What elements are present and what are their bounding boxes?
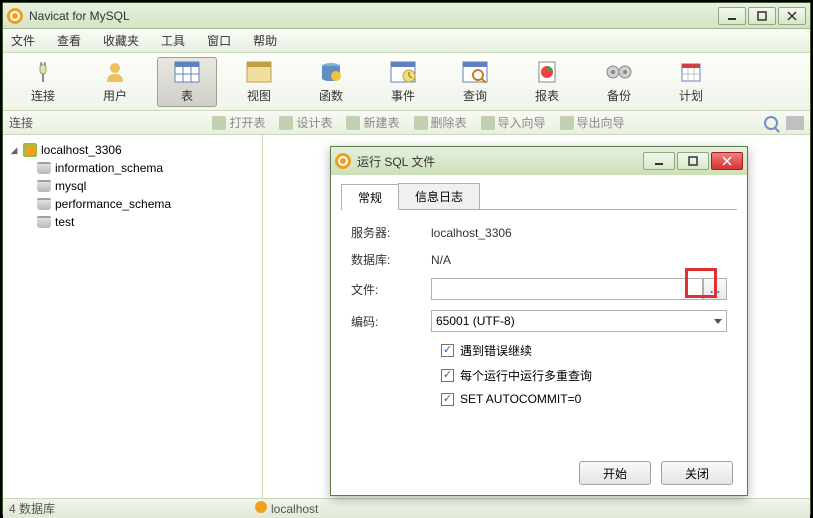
grid-view-icon[interactable] xyxy=(786,116,804,130)
tool-view[interactable]: 视图 xyxy=(229,57,289,107)
subtool-export[interactable]: 导出向导 xyxy=(560,114,625,131)
report-icon xyxy=(533,59,561,85)
subtool-import[interactable]: 导入向导 xyxy=(481,114,546,131)
menubar: 文件 查看 收藏夹 工具 窗口 帮助 xyxy=(3,29,810,53)
database-value: N/A xyxy=(431,253,727,267)
menu-help[interactable]: 帮助 xyxy=(253,32,277,49)
file-input[interactable] xyxy=(431,278,703,300)
encoding-label: 编码: xyxy=(351,313,431,330)
subtool-open-table[interactable]: 打开表 xyxy=(212,114,265,131)
database-icon xyxy=(37,198,51,210)
subtoolbar-label: 连接 xyxy=(9,114,33,131)
tool-report[interactable]: 报表 xyxy=(517,57,577,107)
dialog-titlebar: 运行 SQL 文件 xyxy=(331,147,747,175)
chevron-down-icon xyxy=(714,319,722,324)
tree-db[interactable]: mysql xyxy=(7,177,258,195)
start-button[interactable]: 开始 xyxy=(579,461,651,485)
close-button[interactable] xyxy=(778,7,806,25)
server-value: localhost_3306 xyxy=(431,226,727,240)
database-label: 数据库: xyxy=(351,251,431,268)
status-icon xyxy=(255,501,267,513)
menu-favorites[interactable]: 收藏夹 xyxy=(103,32,139,49)
function-icon xyxy=(317,59,345,85)
event-icon xyxy=(389,59,417,85)
dialog-minimize-button[interactable] xyxy=(643,152,675,170)
tree-connection[interactable]: ◢ localhost_3306 xyxy=(7,141,258,159)
tool-user[interactable]: 用户 xyxy=(85,57,145,107)
menu-tools[interactable]: 工具 xyxy=(161,32,185,49)
export-icon xyxy=(560,116,574,130)
run-sql-file-dialog: 运行 SQL 文件 常规 信息日志 服务器:localhost_3306 数据库… xyxy=(330,146,748,496)
checkbox-multi-query[interactable] xyxy=(441,369,454,382)
checkbox-continue-on-error[interactable] xyxy=(441,344,454,357)
open-table-icon xyxy=(212,116,226,130)
encoding-select[interactable]: 65001 (UTF-8) xyxy=(431,310,727,332)
menu-file[interactable]: 文件 xyxy=(11,32,35,49)
database-icon xyxy=(37,180,51,192)
status-host: localhost xyxy=(255,501,318,516)
backup-icon xyxy=(605,59,633,85)
dialog-tabs: 常规 信息日志 xyxy=(341,183,737,210)
browse-button[interactable]: ... xyxy=(703,278,727,300)
tool-backup[interactable]: 备份 xyxy=(589,57,649,107)
dialog-title: 运行 SQL 文件 xyxy=(357,153,641,170)
menu-view[interactable]: 查看 xyxy=(57,32,81,49)
tool-query[interactable]: 查询 xyxy=(445,57,505,107)
file-label: 文件: xyxy=(351,281,431,298)
user-icon xyxy=(101,59,129,85)
subtool-delete-table[interactable]: 删除表 xyxy=(414,114,467,131)
tab-log[interactable]: 信息日志 xyxy=(398,183,480,209)
connection-icon xyxy=(23,143,37,157)
maximize-button[interactable] xyxy=(748,7,776,25)
menu-window[interactable]: 窗口 xyxy=(207,32,231,49)
close-button[interactable]: 关闭 xyxy=(661,461,733,485)
titlebar: Navicat for MySQL xyxy=(3,3,810,29)
query-icon xyxy=(461,59,489,85)
app-title: Navicat for MySQL xyxy=(29,9,718,23)
new-table-icon xyxy=(346,116,360,130)
tree-db[interactable]: test xyxy=(7,213,258,231)
minimize-button[interactable] xyxy=(718,7,746,25)
server-label: 服务器: xyxy=(351,224,431,241)
dialog-maximize-button[interactable] xyxy=(677,152,709,170)
view-icon xyxy=(245,59,273,85)
design-table-icon xyxy=(279,116,293,130)
plug-icon xyxy=(29,59,57,85)
tool-schedule[interactable]: 计划 xyxy=(661,57,721,107)
search-icon[interactable] xyxy=(764,116,778,130)
tool-connection[interactable]: 连接 xyxy=(13,57,73,107)
checkbox-autocommit[interactable] xyxy=(441,393,454,406)
app-icon xyxy=(7,8,23,24)
delete-table-icon xyxy=(414,116,428,130)
tool-event[interactable]: 事件 xyxy=(373,57,433,107)
tool-function[interactable]: 函数 xyxy=(301,57,361,107)
subtoolbar: 连接 打开表 设计表 新建表 删除表 导入向导 导出向导 xyxy=(3,111,810,135)
status-db-count: 4 数据库 xyxy=(9,500,55,517)
dialog-close-button[interactable] xyxy=(711,152,743,170)
database-icon xyxy=(37,216,51,228)
database-icon xyxy=(37,162,51,174)
subtool-new-table[interactable]: 新建表 xyxy=(346,114,399,131)
tab-general[interactable]: 常规 xyxy=(341,184,399,210)
table-icon xyxy=(173,59,201,85)
statusbar: 4 数据库 localhost xyxy=(3,498,810,518)
connection-tree: ◢ localhost_3306 information_schema mysq… xyxy=(3,135,263,498)
schedule-icon xyxy=(677,59,705,85)
toolbar: 连接 用户 表 视图 函数 事件 查询 报表 备份 计划 xyxy=(3,53,810,111)
tree-db[interactable]: information_schema xyxy=(7,159,258,177)
expander-icon[interactable]: ◢ xyxy=(9,145,19,155)
tree-db[interactable]: performance_schema xyxy=(7,195,258,213)
dialog-icon xyxy=(335,153,351,169)
tool-table[interactable]: 表 xyxy=(157,57,217,107)
import-icon xyxy=(481,116,495,130)
subtool-design-table[interactable]: 设计表 xyxy=(279,114,332,131)
